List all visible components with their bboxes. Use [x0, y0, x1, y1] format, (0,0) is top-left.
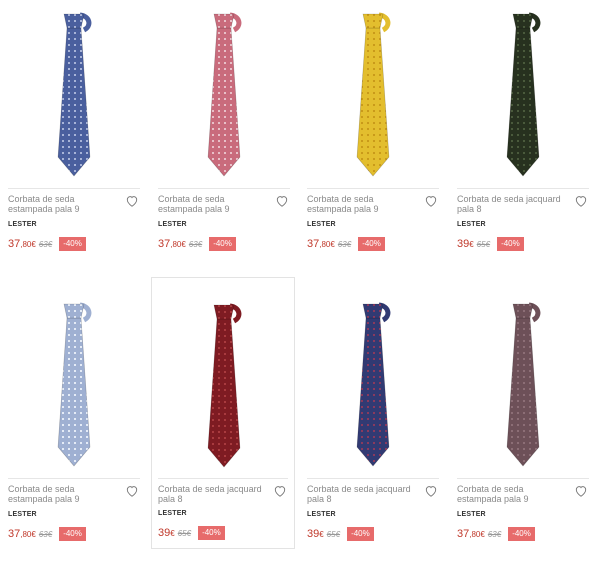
brand-label: LESTER	[158, 510, 187, 517]
current-price: 37,80€	[8, 238, 36, 250]
divider	[8, 188, 140, 189]
tie-image-icon	[356, 302, 391, 467]
tie-image-icon	[207, 12, 242, 177]
product-image[interactable]	[2, 294, 146, 476]
product-image[interactable]	[451, 4, 594, 186]
product-name[interactable]: Corbata de seda estampada pala 9	[8, 484, 120, 504]
discount-badge: -40%	[209, 237, 236, 251]
brand-label: LESTER	[158, 221, 187, 228]
product-name[interactable]: Corbata de seda estampada pala 9	[158, 194, 270, 214]
divider	[8, 478, 140, 479]
divider	[457, 478, 589, 479]
price-row: 37,80€ 63€ -40%	[8, 527, 86, 541]
brand-label: LESTER	[8, 221, 37, 228]
old-price: 63€	[38, 239, 53, 249]
product-card[interactable]: Corbata de seda estampada pala 9 LESTER …	[152, 4, 296, 276]
heart-icon[interactable]	[125, 484, 139, 498]
product-grid: Corbata de seda estampada pala 9 LESTER …	[0, 0, 594, 558]
old-price: 63€	[337, 239, 352, 249]
divider	[307, 478, 439, 479]
product-name[interactable]: Corbata de seda jacquard pala 8	[307, 484, 419, 504]
price-row: 37,80€ 63€ -40%	[8, 237, 86, 251]
product-card[interactable]: Corbata de seda jacquard pala 8 LESTER 3…	[301, 294, 445, 566]
tie-image-icon	[506, 12, 541, 177]
old-price: 65€	[177, 528, 192, 538]
heart-icon[interactable]	[125, 194, 139, 208]
old-price: 63€	[38, 529, 53, 539]
discount-badge: -40%	[59, 527, 86, 541]
price-row: 39€ 65€ -40%	[307, 527, 374, 541]
price-row: 39€ 65€ -40%	[457, 237, 524, 251]
old-price: 65€	[476, 239, 491, 249]
product-card[interactable]: Corbata de seda estampada pala 9 LESTER …	[2, 4, 146, 276]
current-price: 37,80€	[8, 528, 36, 540]
brand-label: LESTER	[307, 221, 336, 228]
discount-badge: -40%	[347, 527, 374, 541]
tie-image-icon	[57, 12, 92, 177]
current-price: 39€	[158, 527, 175, 539]
divider	[307, 188, 439, 189]
discount-badge: -40%	[59, 237, 86, 251]
price-row: 37,80€ 63€ -40%	[457, 527, 535, 541]
current-price: 37,80€	[457, 528, 485, 540]
product-card[interactable]: Corbata de seda estampada pala 9 LESTER …	[451, 294, 594, 566]
discount-badge: -40%	[198, 526, 225, 540]
heart-icon[interactable]	[424, 194, 438, 208]
discount-badge: -40%	[497, 237, 524, 251]
brand-label: LESTER	[8, 511, 37, 518]
divider	[158, 188, 290, 189]
product-image[interactable]	[152, 4, 296, 186]
brand-label: LESTER	[457, 221, 486, 228]
divider	[457, 188, 589, 189]
discount-badge: -40%	[358, 237, 385, 251]
heart-icon[interactable]	[273, 484, 287, 498]
heart-icon[interactable]	[574, 194, 588, 208]
current-price: 37,80€	[307, 238, 335, 250]
product-name[interactable]: Corbata de seda jacquard pala 8	[158, 484, 270, 504]
product-image[interactable]	[301, 4, 445, 186]
heart-icon[interactable]	[574, 484, 588, 498]
product-image[interactable]	[451, 294, 594, 476]
heart-icon[interactable]	[424, 484, 438, 498]
heart-icon[interactable]	[275, 194, 289, 208]
product-name[interactable]: Corbata de seda jacquard pala 8	[457, 194, 569, 214]
current-price: 39€	[457, 238, 474, 250]
product-card[interactable]: Corbata de seda estampada pala 9 LESTER …	[301, 4, 445, 276]
divider	[158, 478, 288, 479]
product-card[interactable]: Corbata de seda jacquard pala 8 LESTER 3…	[451, 4, 594, 276]
price-row: 39€ 65€ -40%	[158, 526, 225, 540]
product-image[interactable]	[2, 4, 146, 186]
price-row: 37,80€ 63€ -40%	[307, 237, 385, 251]
brand-label: LESTER	[307, 511, 336, 518]
product-name[interactable]: Corbata de seda estampada pala 9	[457, 484, 569, 504]
product-name[interactable]: Corbata de seda estampada pala 9	[8, 194, 120, 214]
old-price: 63€	[487, 529, 502, 539]
current-price: 37,80€	[158, 238, 186, 250]
tie-image-icon	[356, 12, 391, 177]
brand-label: LESTER	[457, 511, 486, 518]
old-price: 65€	[326, 529, 341, 539]
price-row: 37,80€ 63€ -40%	[158, 237, 236, 251]
tie-image-icon	[506, 302, 541, 467]
product-name[interactable]: Corbata de seda estampada pala 9	[307, 194, 419, 214]
discount-badge: -40%	[508, 527, 535, 541]
product-image[interactable]	[301, 294, 445, 476]
product-card[interactable]: Corbata de seda estampada pala 9 LESTER …	[2, 294, 146, 566]
current-price: 39€	[307, 528, 324, 540]
tie-image-icon	[207, 303, 242, 468]
tie-image-icon	[57, 302, 92, 467]
product-image[interactable]	[152, 295, 296, 477]
old-price: 63€	[188, 239, 203, 249]
product-card[interactable]: Corbata de seda jacquard pala 8 LESTER 3…	[151, 277, 295, 549]
